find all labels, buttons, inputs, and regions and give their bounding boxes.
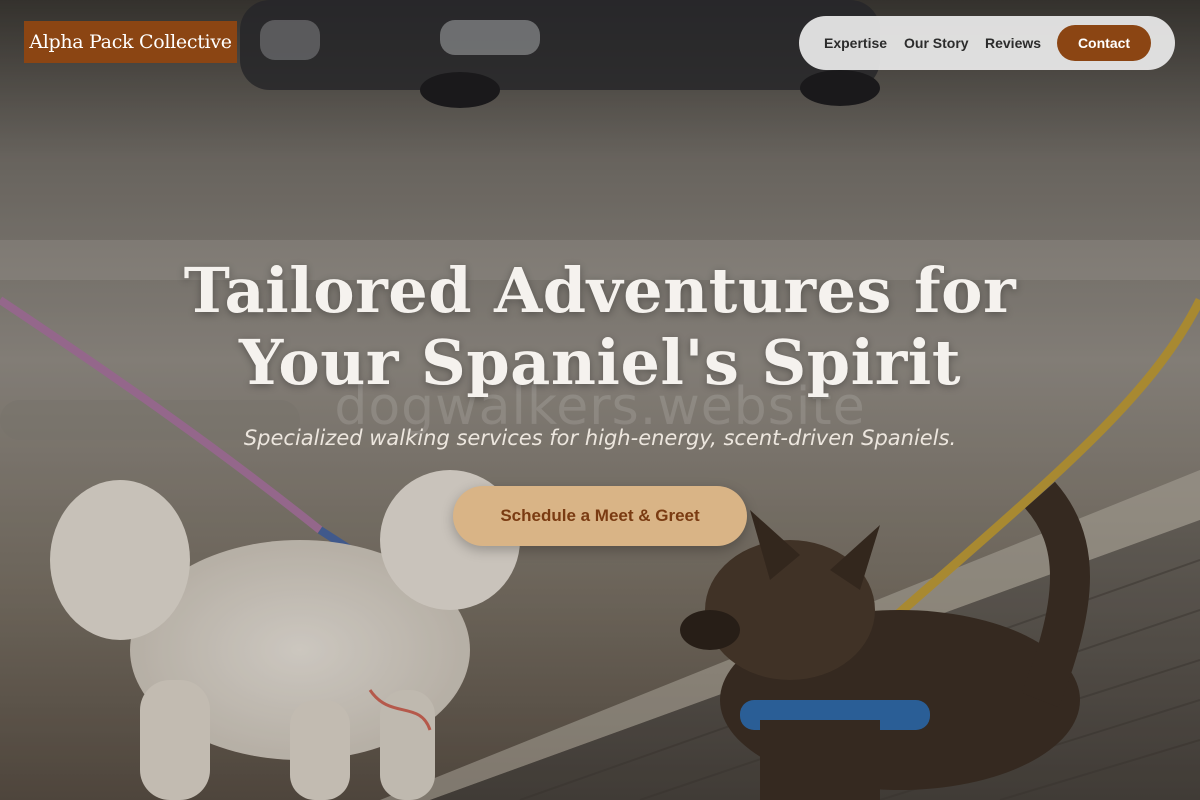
site-logo[interactable]: Alpha Pack Collective bbox=[24, 21, 237, 63]
main-nav: Expertise Our Story Reviews Contact bbox=[799, 16, 1175, 70]
schedule-meet-greet-button[interactable]: Schedule a Meet & Greet bbox=[453, 486, 747, 546]
hero-headline: Tailored Adventures for Your Spaniel's S… bbox=[0, 255, 1200, 399]
hero-subheadline: Specialized walking services for high-en… bbox=[243, 426, 957, 450]
contact-button[interactable]: Contact bbox=[1057, 25, 1151, 61]
hero-headline-line-2: Your Spaniel's Spirit bbox=[239, 326, 961, 399]
hero-section: Alpha Pack Collective Expertise Our Stor… bbox=[0, 0, 1200, 800]
nav-link-our-story[interactable]: Our Story bbox=[904, 16, 969, 70]
nav-link-expertise[interactable]: Expertise bbox=[824, 16, 887, 70]
hero-headline-line-1: Tailored Adventures for bbox=[183, 254, 1017, 327]
nav-link-reviews[interactable]: Reviews bbox=[985, 16, 1041, 70]
